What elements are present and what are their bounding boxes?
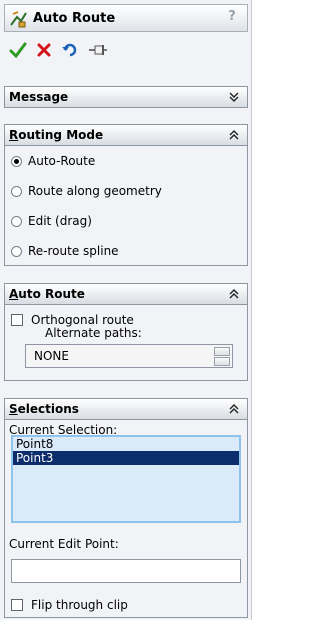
selections-title-mnemonic: S (9, 402, 18, 416)
auto-route-title-mnemonic: A (9, 287, 19, 301)
auto-route-icon (9, 9, 29, 29)
radio-label: Re-route spline (28, 244, 119, 258)
auto-route-title: uto Route (18, 287, 85, 301)
current-edit-point-field[interactable] (11, 559, 241, 583)
routing-mode-header[interactable]: Routing Mode (5, 125, 247, 146)
flip-through-clip-label: Flip through clip (31, 598, 128, 612)
current-edit-point-label: Current Edit Point: (9, 537, 119, 551)
checkbox[interactable] (11, 599, 23, 611)
selections-header[interactable]: Selections (5, 399, 247, 420)
property-manager-pane: Auto Route ? Message Routing Mode Auto-R… (0, 0, 252, 620)
routing-mode-title-mnemonic: R (9, 128, 19, 142)
message-title: Message (9, 90, 69, 104)
flip-through-clip-checkbox[interactable]: Flip through clip (11, 595, 128, 615)
radio-label: Edit (drag) (28, 214, 92, 228)
radio-route-along-geometry[interactable]: Route along geometry (11, 181, 162, 201)
selections-title: elections (17, 402, 79, 416)
message-header[interactable]: Message (5, 87, 247, 107)
undo-icon[interactable] (58, 38, 82, 62)
checkbox[interactable] (11, 314, 23, 326)
radio-re-route-spline[interactable]: Re-route spline (11, 241, 119, 261)
radio-button[interactable] (11, 215, 22, 227)
chevron-up-icon[interactable] (227, 284, 241, 304)
auto-route-header[interactable]: Auto Route (5, 284, 247, 305)
orthogonal-route-label: Orthogonal route (31, 313, 134, 327)
alternate-paths-value[interactable]: NONE (34, 349, 69, 363)
help-icon[interactable]: ? (223, 9, 241, 27)
auto-route-group: Auto Route Orthogonal route Alternate pa… (4, 283, 248, 381)
current-selection-listbox[interactable]: Point8 Point3 (11, 435, 241, 523)
alternate-paths-spinbox[interactable]: NONE (25, 344, 233, 368)
spin-down-button[interactable] (214, 357, 230, 366)
radio-label: Route along geometry (28, 184, 162, 198)
routing-mode-title: outing Mode (18, 128, 104, 142)
pushpin-icon[interactable] (86, 38, 110, 62)
cancel-x-icon[interactable] (32, 38, 56, 62)
routing-mode-group: Routing Mode Auto-Route Route along geom… (4, 124, 248, 266)
message-group: Message (4, 86, 248, 108)
chevron-up-icon[interactable] (227, 399, 241, 419)
panel-header: Auto Route ? (4, 4, 248, 32)
panel-title: Auto Route (33, 11, 116, 26)
selections-group: Selections Current Selection: Point8 Poi… (4, 398, 248, 618)
action-toolbar (6, 36, 246, 64)
ok-check-icon[interactable] (6, 38, 30, 62)
chevron-up-icon[interactable] (227, 125, 241, 145)
list-item-selected[interactable]: Point3 (13, 451, 239, 465)
list-item[interactable]: Point8 (13, 437, 239, 451)
radio-button[interactable] (11, 185, 22, 197)
radio-button[interactable] (11, 155, 22, 167)
radio-label: Auto-Route (28, 154, 96, 168)
chevron-down-icon[interactable] (227, 87, 241, 107)
alternate-paths-label: Alternate paths: (45, 326, 142, 340)
radio-auto-route[interactable]: Auto-Route (11, 151, 95, 171)
radio-edit-drag[interactable]: Edit (drag) (11, 211, 92, 231)
spin-up-button[interactable] (214, 347, 230, 356)
radio-button[interactable] (11, 245, 22, 257)
